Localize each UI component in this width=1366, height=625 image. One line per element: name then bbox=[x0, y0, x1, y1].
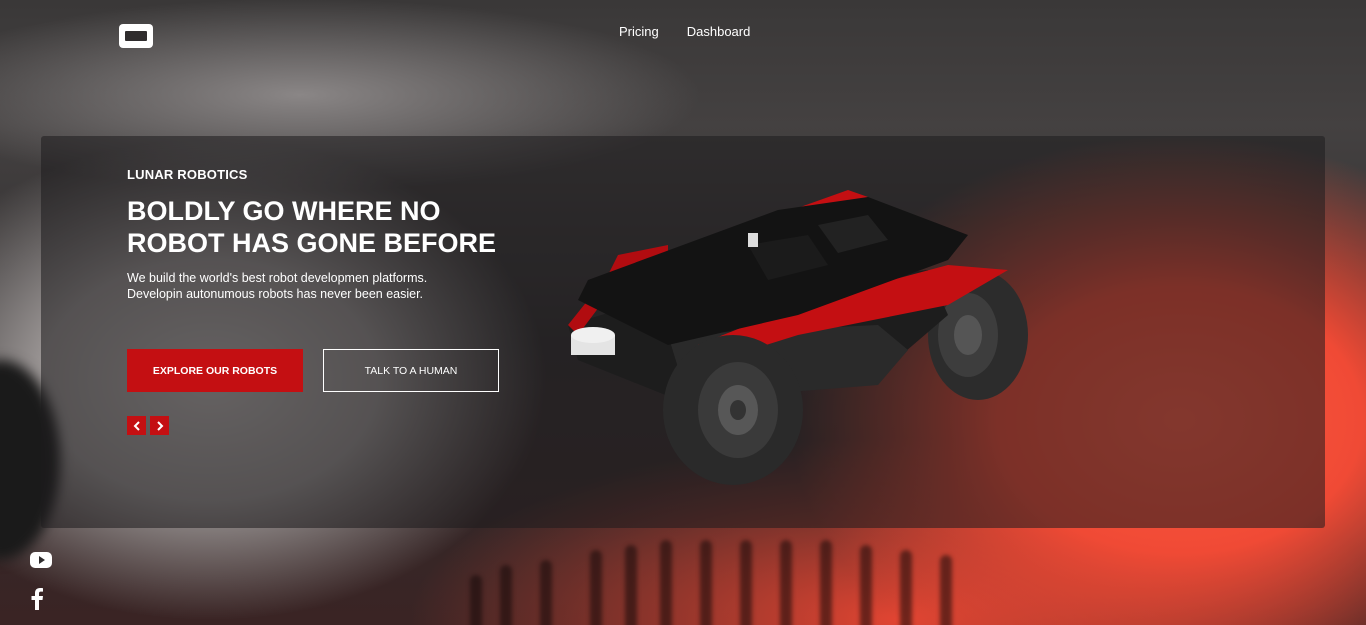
logo-icon[interactable] bbox=[119, 24, 153, 48]
hero-subtitle: We build the world's best robot developm… bbox=[127, 270, 487, 302]
main-nav: Pricing Dashboard bbox=[619, 24, 750, 40]
nav-item-pricing[interactable]: Pricing bbox=[619, 24, 659, 40]
headline-line-1: BOLDLY GO WHERE NO bbox=[127, 196, 441, 226]
slider-prev-button[interactable] bbox=[127, 416, 146, 435]
talk-to-human-button[interactable]: TALK TO A HUMAN bbox=[323, 349, 499, 392]
chevron-right-icon bbox=[156, 420, 163, 431]
youtube-icon[interactable] bbox=[30, 552, 52, 573]
brand-label: LUNAR ROBOTICS bbox=[127, 167, 248, 182]
nav-item-dashboard[interactable]: Dashboard bbox=[687, 24, 751, 40]
headline-line-2: ROBOT HAS GONE BEFORE bbox=[127, 228, 497, 258]
subtitle-line-1: We build the world's best robot developm… bbox=[127, 271, 428, 285]
facebook-icon[interactable] bbox=[30, 588, 44, 615]
chevron-left-icon bbox=[133, 420, 140, 431]
robot-image bbox=[568, 190, 1028, 485]
subtitle-line-2: Developin autonumous robots has never be… bbox=[127, 287, 424, 301]
explore-robots-button[interactable]: EXPLORE OUR ROBOTS bbox=[127, 349, 303, 392]
hero-headline: BOLDLY GO WHERE NO ROBOT HAS GONE BEFORE bbox=[127, 195, 557, 259]
slider-next-button[interactable] bbox=[150, 416, 169, 435]
